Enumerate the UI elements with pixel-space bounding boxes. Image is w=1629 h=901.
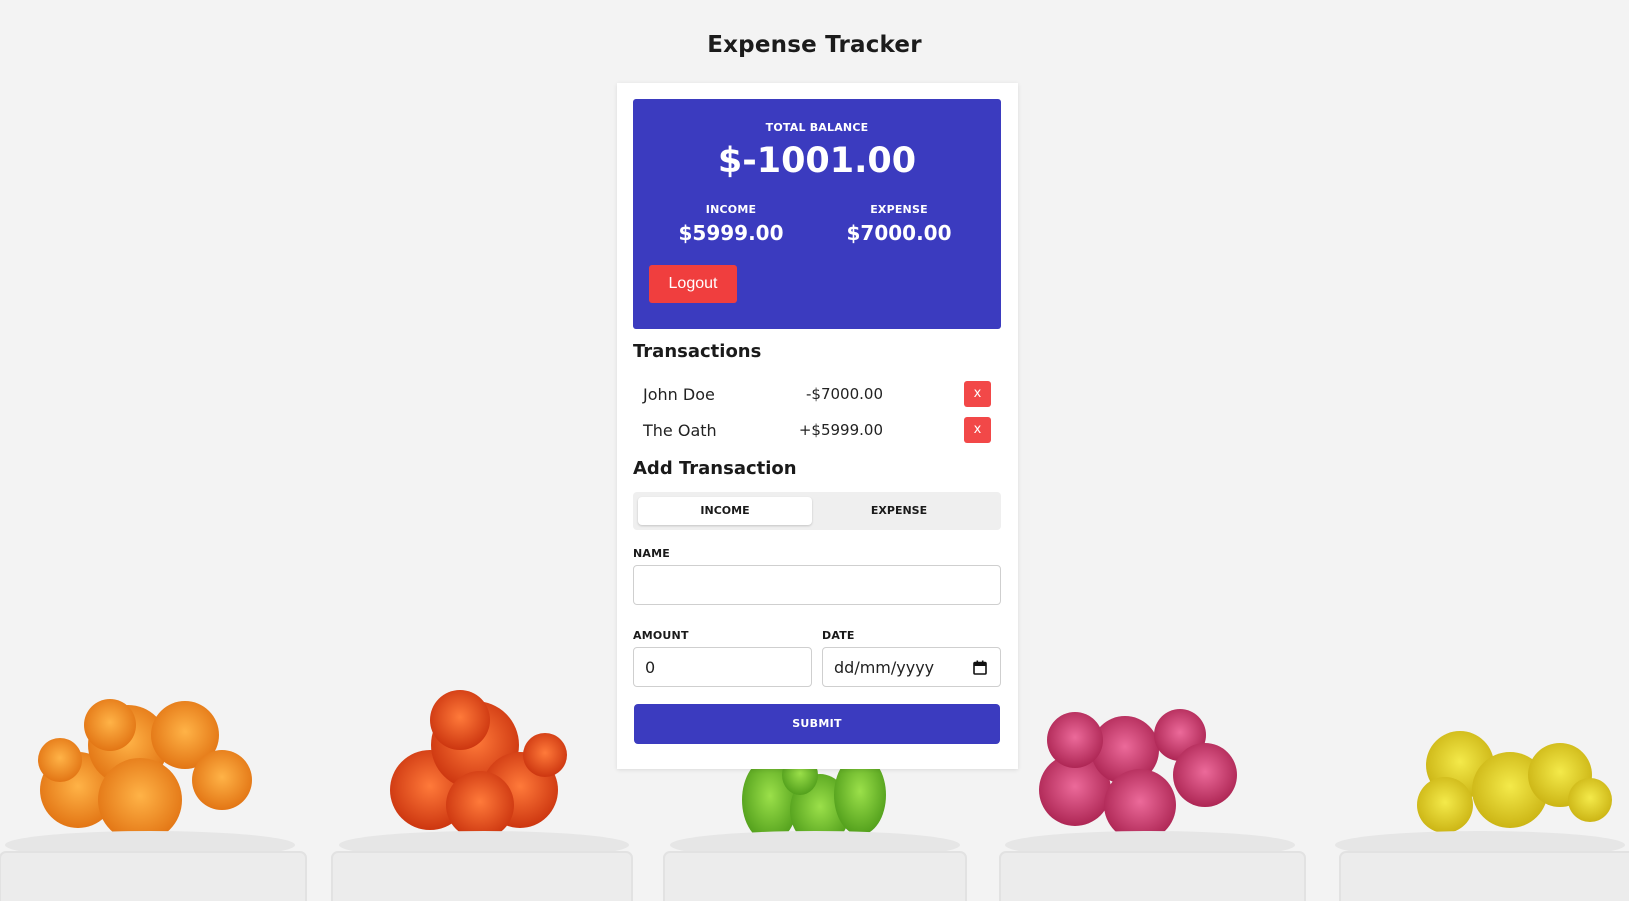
toggle-expense[interactable]: EXPENSE (812, 497, 986, 525)
transaction-name: The Oath (643, 421, 717, 440)
delete-transaction-button[interactable]: x (964, 381, 991, 407)
calendar-icon[interactable] (973, 660, 987, 675)
delete-transaction-button[interactable]: x (964, 417, 991, 443)
income-label: INCOME (705, 203, 757, 216)
pots (0, 851, 1629, 901)
income-value: $5999.00 (678, 221, 784, 245)
name-label: NAME (633, 547, 670, 560)
amount-label: AMOUNT (633, 629, 689, 642)
expense-summary: EXPENSE $7000.00 (824, 203, 974, 245)
expense-value: $7000.00 (846, 221, 952, 245)
transaction-amount: -$7000.00 (806, 385, 883, 403)
expense-label: EXPENSE (870, 203, 928, 216)
amount-input[interactable]: 0 (633, 647, 812, 687)
transactions-heading: Transactions (633, 341, 762, 362)
add-transaction-heading: Add Transaction (633, 458, 797, 479)
submit-button[interactable]: SUBMIT (634, 704, 1000, 744)
amount-input-value: 0 (645, 658, 656, 677)
name-input[interactable] (633, 565, 1001, 605)
balance-panel: TOTAL BALANCE $-1001.00 INCOME $5999.00 … (633, 99, 1001, 329)
logout-button[interactable]: Logout (649, 265, 737, 303)
transaction-row: The Oath +$5999.00 x (633, 415, 1001, 445)
toggle-income[interactable]: INCOME (638, 497, 812, 525)
transaction-type-toggle: INCOME EXPENSE (633, 492, 1001, 530)
income-summary: INCOME $5999.00 (656, 203, 806, 245)
total-balance-value: $-1001.00 (717, 141, 917, 181)
date-input-placeholder: dd/mm/yyyy (834, 658, 935, 677)
page-title: Expense Tracker (707, 32, 922, 58)
transaction-amount: +$5999.00 (798, 421, 883, 439)
tracker-card: TOTAL BALANCE $-1001.00 INCOME $5999.00 … (617, 83, 1018, 769)
date-label: DATE (822, 629, 855, 642)
transaction-name: John Doe (643, 385, 715, 404)
date-input[interactable]: dd/mm/yyyy (822, 647, 1001, 687)
total-balance-label: TOTAL BALANCE (765, 121, 869, 134)
transaction-row: John Doe -$7000.00 x (633, 379, 1001, 409)
